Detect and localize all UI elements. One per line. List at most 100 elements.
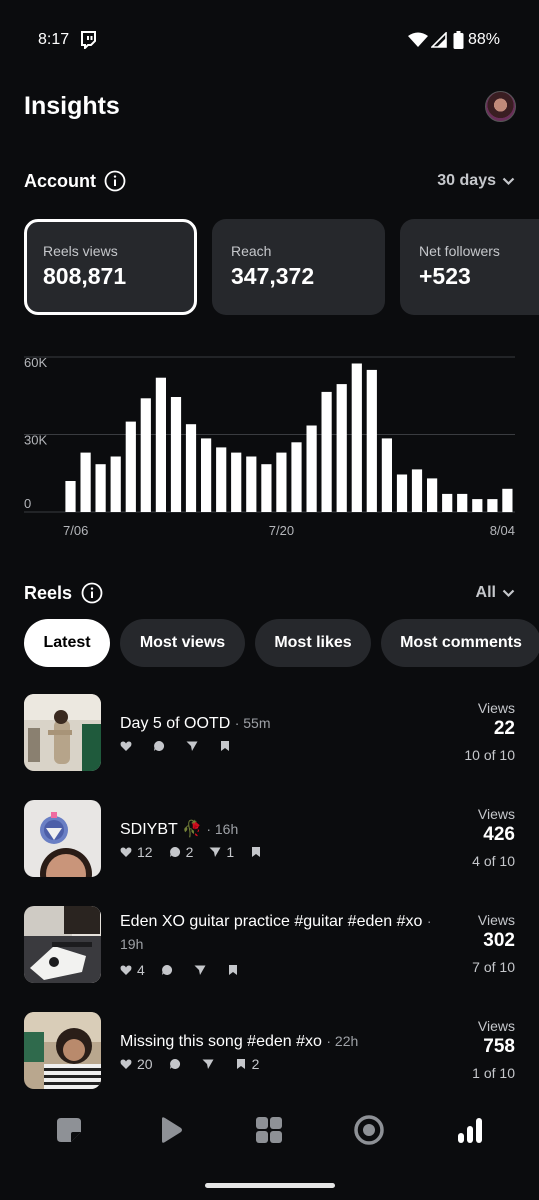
likes-stat: 12 — [120, 844, 153, 860]
insights-icon — [458, 1118, 482, 1143]
comment-icon — [161, 964, 172, 975]
heart-icon — [120, 847, 132, 857]
reel-thumbnail — [24, 800, 101, 877]
reel-stats: 4 — [120, 962, 252, 978]
nav-apps[interactable] — [249, 1110, 289, 1150]
card-label: Net followers — [419, 243, 500, 259]
reel-title-text: SDIYBT 🥀 — [120, 821, 202, 838]
reel-stats: 20 2 — [120, 1056, 267, 1072]
reel-row[interactable]: Day 5 of OOTD · 55m Views 22 10 of 10 — [0, 694, 539, 784]
chart-bar — [321, 391, 332, 512]
reel-time: · 22h — [326, 1033, 359, 1049]
chart-bar — [185, 424, 197, 512]
home-indicator[interactable] — [205, 1183, 335, 1188]
views-label: Views — [477, 912, 515, 928]
sort-chips: Latest Most views Most likes Most commen… — [24, 619, 539, 667]
chart-bar — [155, 377, 166, 512]
chart-bar — [201, 438, 212, 512]
likes-stat: 4 — [120, 962, 145, 978]
reel-time: · 55m — [234, 715, 271, 731]
chart-bar — [65, 481, 76, 512]
chart-bar — [427, 478, 438, 512]
views-rank: 10 of 10 — [464, 747, 515, 763]
chart-bar — [170, 397, 182, 512]
views-count: 22 — [493, 718, 515, 739]
saves-stat — [227, 964, 244, 976]
saves-stat: 2 — [235, 1056, 259, 1072]
card-value: 808,871 — [43, 263, 127, 289]
chart-bar — [442, 493, 453, 512]
status-time: 8:17 — [38, 31, 70, 48]
bookmark-icon — [252, 847, 261, 857]
card-reels-views[interactable]: Reels views 808,871 — [24, 219, 197, 315]
nav-reels[interactable] — [150, 1110, 190, 1150]
avatar[interactable] — [485, 91, 516, 122]
card-value: +523 — [419, 263, 471, 289]
chevron-down-icon — [502, 177, 515, 185]
shares-stat: 1 — [209, 844, 234, 860]
reels-icon — [162, 1117, 182, 1143]
comment-icon — [169, 846, 180, 857]
reel-title: Day 5 of OOTD · 55m — [120, 712, 440, 735]
chart-bar — [336, 384, 347, 512]
chart-bar — [125, 421, 136, 512]
chip-latest[interactable]: Latest — [24, 619, 110, 667]
heart-icon — [120, 965, 132, 975]
likes-count: 4 — [137, 962, 145, 978]
chip-most-likes[interactable]: Most likes — [255, 619, 371, 667]
info-icon[interactable] — [104, 170, 126, 192]
chart-bar — [457, 493, 468, 512]
info-icon[interactable] — [81, 582, 103, 604]
nav-insights[interactable] — [450, 1110, 490, 1150]
battery-percent: 88% — [468, 31, 501, 48]
chart-bar — [502, 488, 513, 513]
chart-bar — [472, 499, 483, 512]
apps-icon — [256, 1117, 282, 1143]
views-count: 302 — [483, 930, 515, 951]
reel-time: · 16h — [206, 821, 239, 837]
reel-title-text: Missing this song #eden #xo — [120, 1033, 322, 1050]
shares-stat — [194, 964, 211, 976]
reels-filter-label: All — [475, 584, 496, 601]
reel-row[interactable]: Eden XO guitar practice #guitar #eden #x… — [0, 906, 539, 996]
reel-title-text: Day 5 of OOTD — [120, 715, 231, 732]
chip-most-views[interactable]: Most views — [120, 619, 245, 667]
views-rank: 7 of 10 — [472, 959, 515, 975]
reel-thumbnail — [24, 694, 101, 771]
reels-filter-dropdown[interactable]: All — [476, 584, 515, 602]
saves-stat — [219, 740, 236, 752]
bookmark-icon — [221, 741, 229, 751]
chip-most-comments[interactable]: Most comments — [381, 619, 539, 667]
likes-count: 20 — [137, 1056, 153, 1072]
range-label: 30 days — [437, 172, 496, 189]
record-icon — [354, 1115, 384, 1145]
comments-count: 2 — [185, 844, 194, 860]
card-net-followers[interactable]: Net followers +523 — [400, 219, 539, 315]
chart-bar — [381, 438, 392, 512]
share-icon — [194, 965, 206, 975]
status-bar: 8:17 88% — [0, 0, 539, 80]
chart-bar — [366, 369, 377, 512]
range-dropdown[interactable]: 30 days — [437, 172, 515, 190]
chart-bar — [261, 464, 272, 512]
x-tick-label: 7/06 — [63, 523, 88, 538]
reel-thumbnail — [24, 906, 101, 983]
nav-record[interactable] — [349, 1110, 389, 1150]
card-reach[interactable]: Reach 347,372 — [212, 219, 385, 315]
shares-count: 1 — [226, 844, 235, 860]
card-label: Reach — [231, 243, 272, 259]
reel-row[interactable]: Missing this song #eden #xo · 22h 20 2 V… — [0, 1012, 539, 1102]
chevron-down-icon — [502, 589, 515, 597]
reel-stats: 12 2 1 — [120, 844, 275, 860]
x-tick-label: 8/04 — [490, 523, 515, 538]
nav-posts[interactable] — [49, 1110, 89, 1150]
chart-bar — [95, 464, 106, 512]
share-icon — [186, 741, 198, 751]
y-tick-label: 0 — [24, 496, 31, 511]
shares-stat — [202, 1058, 219, 1070]
reel-title-text: Eden XO guitar practice #guitar #eden #x… — [120, 913, 423, 930]
views-label: Views — [477, 806, 515, 822]
chart-bar — [80, 452, 91, 512]
reel-row[interactable]: SDIYBT 🥀 · 16h 12 2 1 Views 426 4 of 10 — [0, 800, 539, 890]
reels-title: Reels — [24, 583, 73, 603]
